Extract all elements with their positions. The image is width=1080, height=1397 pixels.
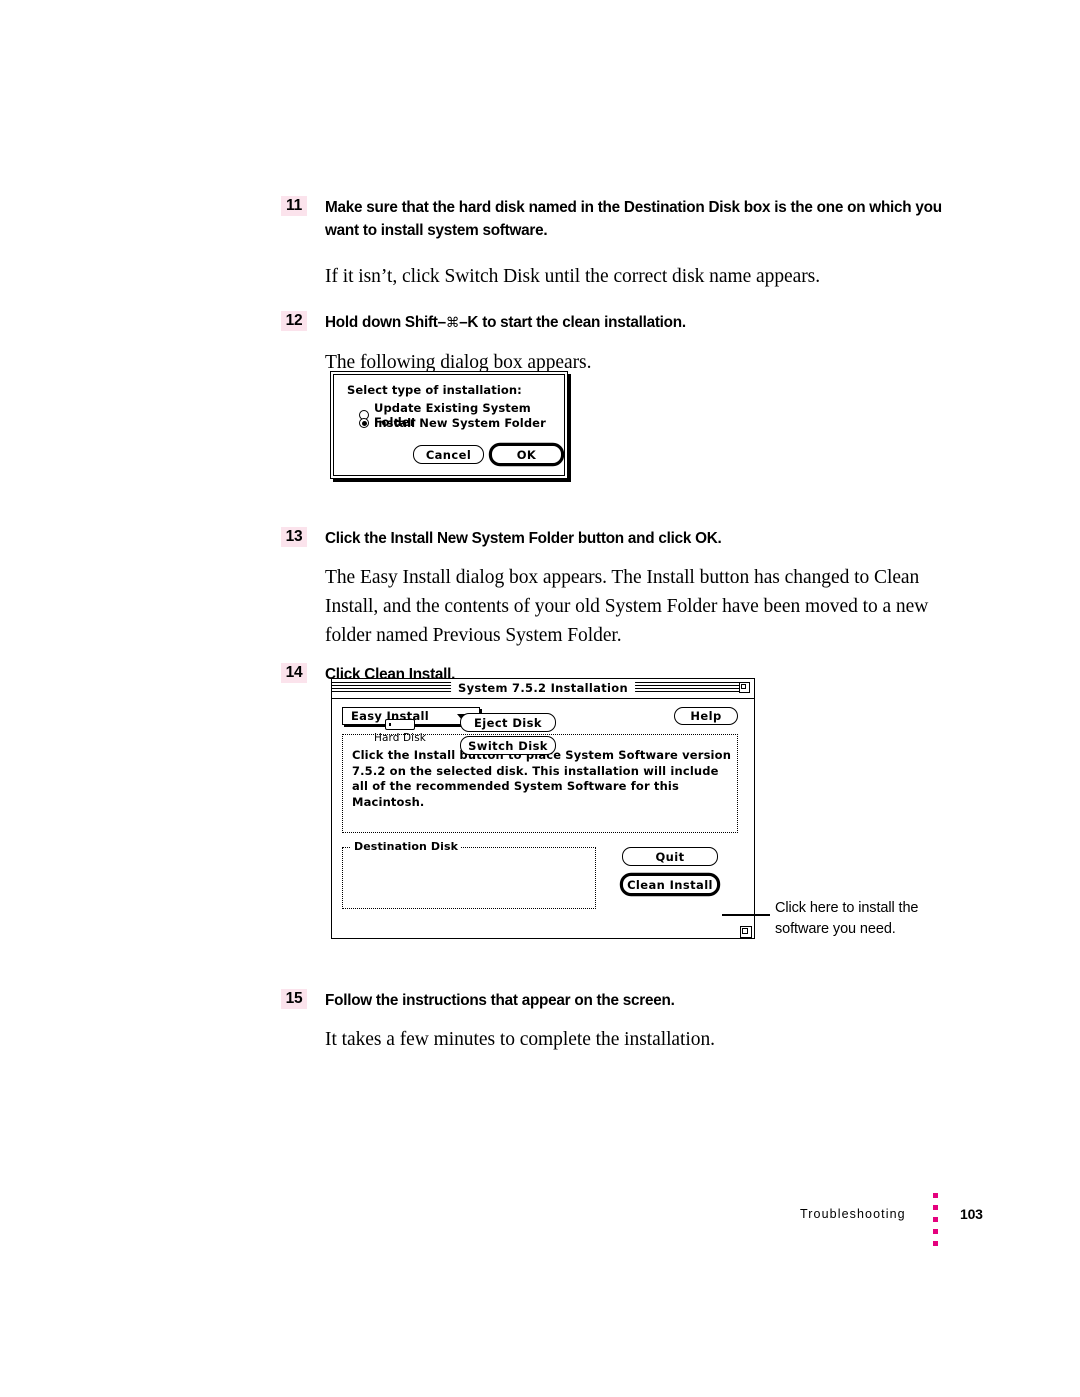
radio-label: Install New System Folder (374, 416, 546, 430)
callout-text: Click here to install the software you n… (775, 900, 919, 937)
hard-disk-label: Hard Disk (374, 732, 426, 744)
select-installation-type-dialog: Select type of installation: Update Exis… (330, 371, 568, 479)
help-button[interactable]: Help (674, 707, 738, 725)
footer-dot-decoration (933, 1193, 939, 1246)
installer-message-text: Click the Install button to place System… (352, 748, 732, 809)
radio-install-new-system-folder[interactable]: Install New System Folder (359, 416, 546, 430)
cancel-button[interactable]: Cancel (413, 445, 484, 464)
step-body-11: If it isn’t, click Switch Disk until the… (325, 266, 821, 287)
step-item-12: 12 Hold down Shift–⌘–K to start the clea… (281, 311, 951, 335)
step-number: 15 (281, 989, 307, 1009)
step-heading: Click the Install New System Folder butt… (325, 530, 722, 547)
window-title-bar[interactable]: System 7.5.2 Installation (332, 679, 754, 699)
window-title: System 7.5.2 Installation (451, 680, 635, 697)
ok-button[interactable]: OK (491, 445, 562, 464)
step-heading: Follow the instructions that appear on t… (325, 992, 675, 1009)
document-page: 11 Make sure that the hard disk named in… (0, 0, 1080, 1397)
footer-dot (933, 1205, 938, 1210)
step-body-13: The Easy Install dialog box appears. The… (325, 567, 929, 646)
step-heading: Make sure that the hard disk named in th… (325, 199, 942, 239)
clean-install-button[interactable]: Clean Install (622, 875, 718, 894)
resize-grow-box-icon[interactable] (740, 926, 752, 938)
destination-disk-group: Destination Disk (342, 840, 596, 909)
step-number: 13 (281, 527, 307, 547)
step-number: 14 (281, 663, 307, 683)
page-number: 103 (960, 1206, 983, 1222)
callout-leader-line (722, 914, 770, 916)
zoom-box-icon[interactable] (739, 682, 750, 693)
destination-disk-legend: Destination Disk (351, 840, 462, 853)
command-key-icon: ⌘ (445, 315, 460, 331)
title-bar-endcap (750, 679, 754, 696)
step-heading-part-a: Hold down Shift– (325, 314, 446, 331)
switch-disk-button[interactable]: Switch Disk (460, 736, 556, 755)
hard-disk-icon (385, 719, 415, 730)
step-heading-part-b: –K to start the clean installation. (459, 314, 686, 331)
step-item-13: 13 Click the Install New System Folder b… (281, 527, 951, 550)
eject-disk-button[interactable]: Eject Disk (460, 713, 556, 732)
step-number: 11 (281, 196, 307, 216)
footer-dot (933, 1193, 938, 1198)
quit-button[interactable]: Quit (622, 847, 718, 866)
footer-dot (933, 1241, 938, 1246)
step-number: 12 (281, 311, 307, 331)
step-item-11: 11 Make sure that the hard disk named in… (281, 196, 951, 242)
page-footer: Troubleshooting 103 (800, 1193, 990, 1248)
dialog-title: Select type of installation: (347, 383, 522, 397)
step-body-15: It takes a few minutes to complete the i… (325, 1029, 715, 1050)
destination-disk-item[interactable]: Hard Disk (370, 719, 430, 744)
step-heading: Hold down Shift–⌘–K to start the clean i… (325, 311, 951, 335)
step-item-15: 15 Follow the instructions that appear o… (281, 989, 951, 1012)
system-installation-window: System 7.5.2 Installation Easy Install H… (331, 678, 755, 939)
radio-icon-selected (359, 418, 369, 428)
footer-chapter-name: Troubleshooting (800, 1207, 906, 1221)
footer-dot (933, 1217, 938, 1222)
footer-dot (933, 1229, 938, 1234)
